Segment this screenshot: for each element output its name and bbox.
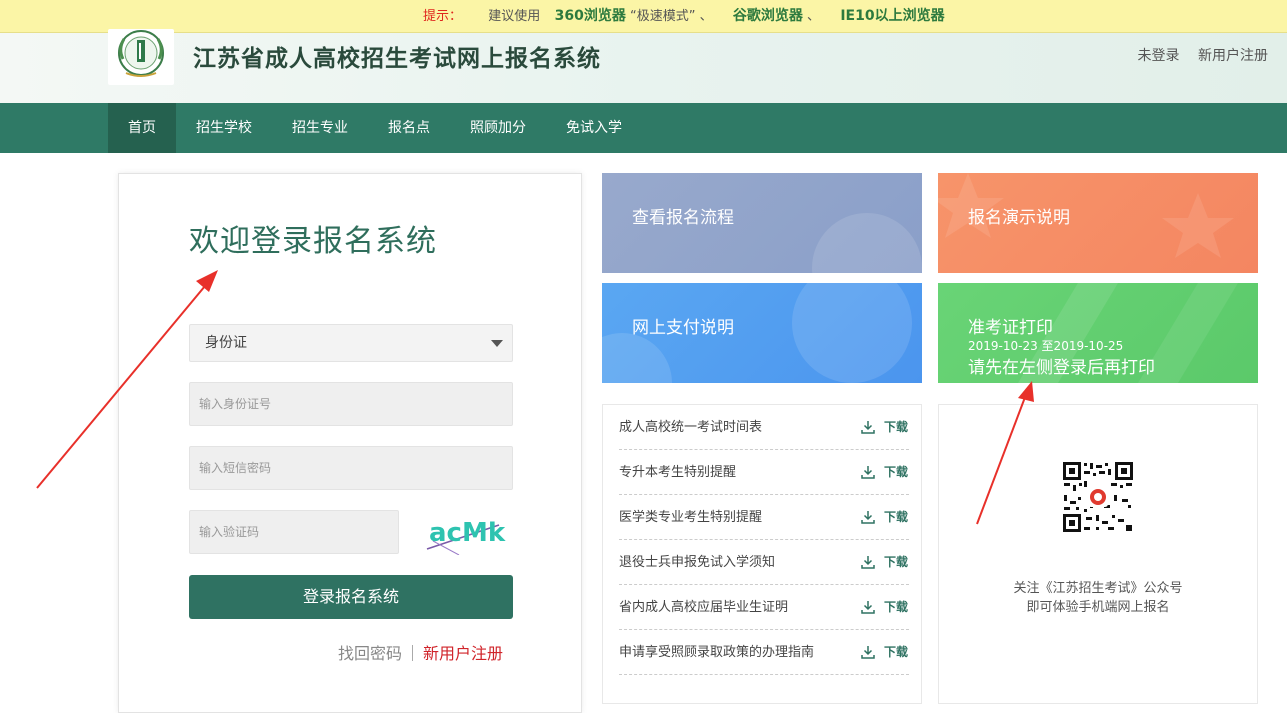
- download-button[interactable]: 下载: [861, 450, 908, 495]
- site-title: 江苏省成人高校招生考试网上报名系统: [193, 46, 601, 72]
- download-icon: [861, 646, 875, 659]
- download-row: 专升本考生特别提醒 下载: [619, 450, 909, 495]
- tile-demo-label: 报名演示说明: [968, 208, 1070, 228]
- nav-item-exempt[interactable]: 免试入学: [556, 103, 632, 153]
- download-button[interactable]: 下载: [861, 495, 908, 540]
- tile-decoration: [602, 333, 672, 383]
- main-nav: 首页 招生学校 招生专业 报名点 照顾加分 免试入学: [0, 103, 1287, 153]
- header-user-links: 未登录 新用户注册: [1124, 45, 1268, 65]
- login-submit-button[interactable]: 登录报名系统: [189, 575, 513, 619]
- chevron-down-icon: [491, 340, 503, 347]
- download-button[interactable]: 下载: [861, 630, 908, 675]
- login-panel: 欢迎登录报名系统 身份证 输入身份证号 输入短信密码 输入验证码 acMk 登录…: [118, 173, 582, 713]
- tip-browser-360: 360浏览器: [554, 8, 626, 24]
- nav-item-schools[interactable]: 招生学校: [186, 103, 262, 153]
- tile-process[interactable]: 查看报名流程: [602, 173, 922, 273]
- qr-code-icon: [1062, 461, 1134, 533]
- download-row: 成人高校统一考试时间表 下载: [619, 405, 909, 450]
- download-icon: [861, 601, 875, 614]
- download-icon: [861, 511, 875, 524]
- qr-caption-line1: 关注《江苏招生考试》公众号: [1013, 581, 1183, 596]
- register-link[interactable]: 新用户注册: [423, 644, 503, 663]
- download-label: 下载: [883, 510, 908, 524]
- download-name[interactable]: 医学类专业考生特别提醒: [619, 495, 762, 540]
- qr-caption: 关注《江苏招生考试》公众号 即可体验手机端网上报名: [939, 579, 1257, 617]
- tip-browser-chrome: 谷歌浏览器: [732, 8, 803, 24]
- download-label: 下载: [883, 645, 908, 659]
- login-links: 找回密码 新用户注册: [338, 640, 503, 664]
- download-name[interactable]: 专升本考生特别提醒: [619, 450, 736, 495]
- download-row: 医学类专业考生特别提醒 下载: [619, 495, 909, 540]
- id-number-input[interactable]: 输入身份证号: [189, 382, 513, 426]
- download-name[interactable]: 省内成人高校应届毕业生证明: [619, 585, 788, 630]
- site-logo[interactable]: [108, 29, 174, 85]
- download-button[interactable]: 下载: [861, 540, 908, 585]
- not-logged-in-link[interactable]: 未登录: [1138, 48, 1180, 64]
- tip-browser-ie: IE10以上浏览器: [840, 8, 945, 24]
- tip-sep: 、: [807, 9, 821, 24]
- tip-sep: 、: [699, 9, 713, 24]
- download-button[interactable]: 下载: [861, 585, 908, 630]
- download-label: 下载: [883, 600, 908, 614]
- site-header: 江苏省成人高校招生考试网上报名系统 未登录 新用户注册: [0, 29, 1287, 103]
- tile-ticket-dates: 2019-10-23 至2019-10-25: [968, 339, 1124, 353]
- download-list: 成人高校统一考试时间表 下载 专升本考生特别提醒 下载 医学类专业考生特别提醒 …: [602, 404, 922, 704]
- download-icon: [861, 421, 875, 434]
- login-title: 欢迎登录报名系统: [189, 224, 437, 259]
- download-button[interactable]: 下载: [861, 405, 908, 450]
- qr-caption-line2: 即可体验手机端网上报名: [1026, 600, 1170, 615]
- tile-payment[interactable]: 网上支付说明: [602, 283, 922, 383]
- captcha-input[interactable]: 输入验证码: [189, 510, 399, 554]
- annotation-arrowhead: [1018, 381, 1034, 402]
- forgot-password-link[interactable]: 找回密码: [338, 644, 402, 663]
- captcha-image[interactable]: acMk: [419, 511, 513, 556]
- download-row: 申请享受照顾录取政策的办理指南 下载: [619, 630, 909, 675]
- download-label: 下载: [883, 420, 908, 434]
- nav-item-bonus[interactable]: 照顾加分: [460, 103, 536, 153]
- id-type-value: 身份证: [205, 335, 247, 351]
- download-row: 退役士兵申报免试入学须知 下载: [619, 540, 909, 585]
- tile-process-label: 查看报名流程: [632, 208, 734, 228]
- browser-tip-bar: 提示： 建议使用 360浏览器 “极速模式” 、 谷歌浏览器 、 IE10以上浏…: [0, 0, 1287, 33]
- download-icon: [861, 466, 875, 479]
- tile-ticket[interactable]: 准考证打印 2019-10-23 至2019-10-25 请先在左侧登录后再打印: [938, 283, 1258, 383]
- sms-password-input[interactable]: 输入短信密码: [189, 446, 513, 490]
- nav-item-majors[interactable]: 招生专业: [282, 103, 358, 153]
- download-name[interactable]: 申请享受照顾录取政策的办理指南: [619, 630, 814, 675]
- wechat-qr-panel: 关注《江苏招生考试》公众号 即可体验手机端网上报名: [938, 404, 1258, 704]
- tile-ticket-label: 准考证打印: [968, 318, 1053, 338]
- download-row: 省内成人高校应届毕业生证明 下载: [619, 585, 909, 630]
- tile-payment-label: 网上支付说明: [632, 318, 734, 338]
- id-type-select[interactable]: 身份证: [189, 324, 513, 362]
- download-icon: [861, 556, 875, 569]
- tip-suggest: 建议使用: [488, 9, 541, 24]
- tile-ticket-note: 请先在左侧登录后再打印: [968, 358, 1155, 378]
- tile-demo[interactable]: 报名演示说明: [938, 173, 1258, 273]
- nav-item-home[interactable]: 首页: [108, 103, 176, 153]
- tip-label: 提示：: [423, 9, 463, 24]
- captcha-text: acMk: [429, 518, 506, 548]
- tile-decoration: [812, 213, 922, 273]
- tile-decoration: [792, 283, 912, 383]
- download-label: 下载: [883, 555, 908, 569]
- header-register-link[interactable]: 新用户注册: [1198, 48, 1268, 64]
- nav-item-sites[interactable]: 报名点: [378, 103, 440, 153]
- download-name[interactable]: 退役士兵申报免试入学须知: [619, 540, 775, 585]
- download-label: 下载: [883, 465, 908, 479]
- download-name[interactable]: 成人高校统一考试时间表: [619, 405, 762, 450]
- tip-mode: “极速模式”: [629, 9, 696, 24]
- link-divider: [412, 645, 414, 661]
